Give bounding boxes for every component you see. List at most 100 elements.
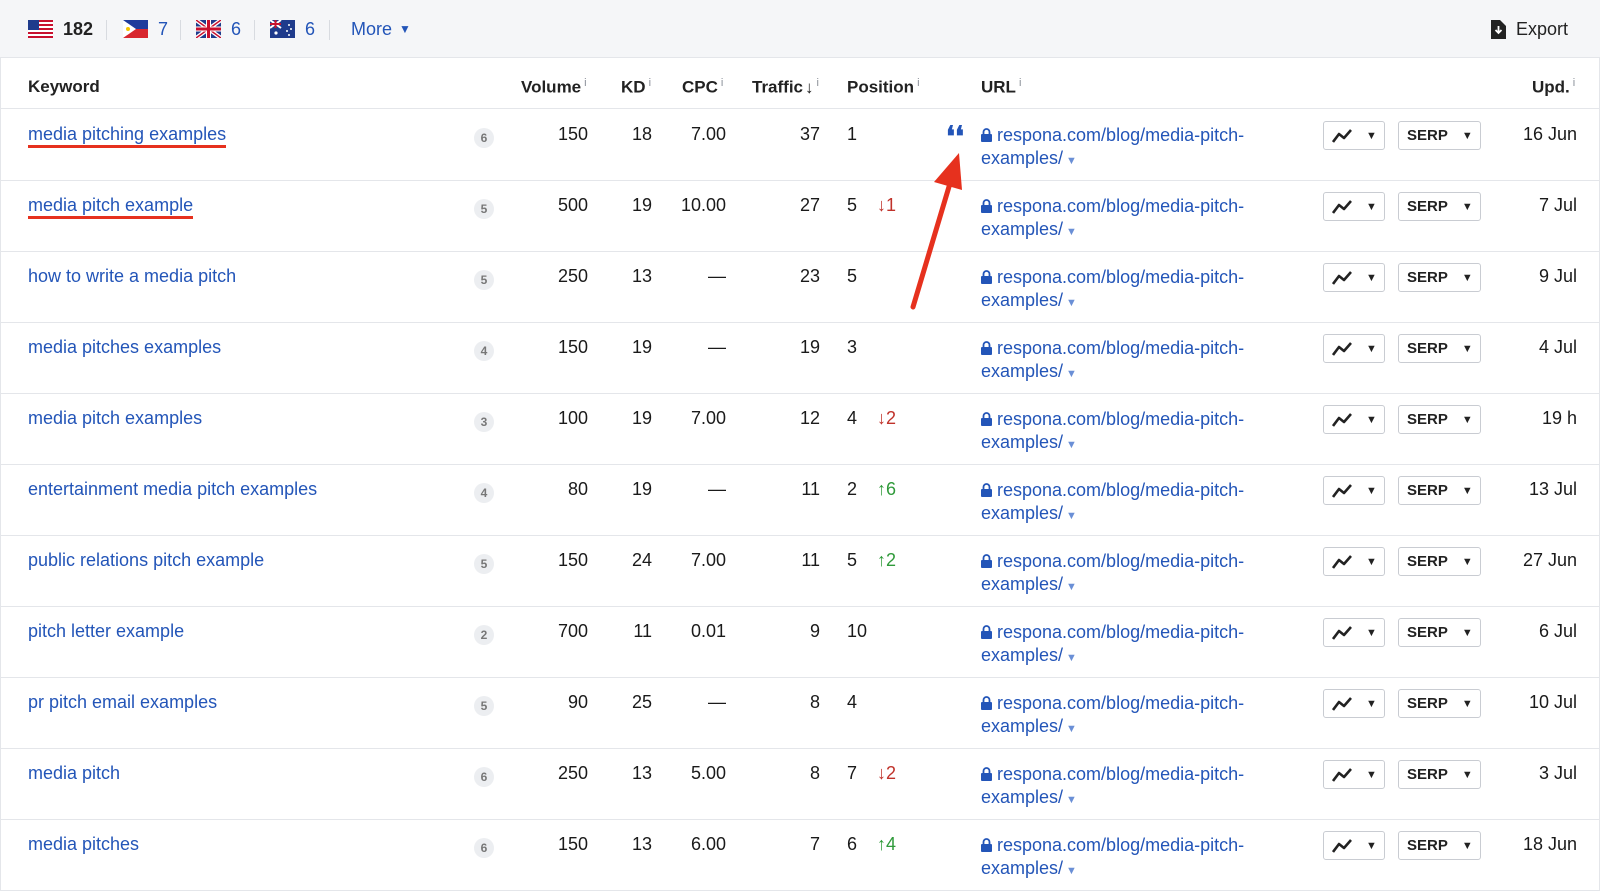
keyword-link[interactable]: media pitch (28, 763, 120, 784)
kd-value: 13 (631, 763, 652, 783)
ranking-url-link[interactable]: respona.com/blog/media-pitch-examples/▼ (981, 834, 1301, 883)
traffic-value: 9 (809, 621, 820, 641)
ranking-url-link[interactable]: respona.com/blog/media-pitch-examples/▼ (981, 550, 1301, 599)
info-icon[interactable]: i (1019, 77, 1021, 89)
country-tab-au[interactable]: 6 (270, 0, 315, 58)
caret-down-icon: ▼ (1366, 555, 1377, 568)
caret-down-icon: ▼ (1366, 626, 1377, 639)
ranking-url-link[interactable]: respona.com/blog/media-pitch-examples/▼ (981, 408, 1301, 457)
word-count-badge: 6 (474, 767, 494, 787)
kd-value: 11 (633, 621, 652, 641)
column-header-keyword[interactable]: Keyword (28, 77, 100, 97)
serp-button[interactable]: SERP ▼ (1398, 831, 1481, 860)
column-header-traffic[interactable]: Traffic ↓ i (752, 77, 819, 98)
info-icon[interactable]: i (817, 77, 819, 89)
column-header-volume[interactable]: Volume i (521, 77, 587, 98)
us-flag-icon (28, 20, 53, 38)
ranking-url-link[interactable]: respona.com/blog/media-pitch-examples/▼ (981, 621, 1301, 670)
volume-value: 250 (557, 763, 588, 783)
serp-button[interactable]: SERP ▼ (1398, 263, 1481, 292)
caret-down-icon[interactable]: ▼ (1066, 297, 1077, 309)
serp-button[interactable]: SERP ▼ (1398, 618, 1481, 647)
trend-chart-button[interactable]: ▼ (1323, 263, 1385, 292)
word-count-badge: 4 (474, 483, 494, 503)
caret-down-icon[interactable]: ▼ (1066, 865, 1077, 877)
caret-down-icon[interactable]: ▼ (1066, 439, 1077, 451)
trend-chart-button[interactable]: ▼ (1323, 831, 1385, 860)
country-tab-gb[interactable]: 6 (196, 0, 241, 58)
keyword-link[interactable]: pitch letter example (28, 621, 184, 642)
lock-icon (981, 128, 992, 142)
export-button[interactable]: Export (1490, 0, 1568, 58)
serp-button[interactable]: SERP ▼ (1398, 121, 1481, 150)
serp-button[interactable]: SERP ▼ (1398, 547, 1481, 576)
column-header-url[interactable]: URL i (981, 77, 1021, 98)
serp-label: SERP (1407, 127, 1448, 144)
ranking-url-link[interactable]: respona.com/blog/media-pitch-examples/▼ (981, 692, 1301, 741)
ranking-url-link[interactable]: respona.com/blog/media-pitch-examples/▼ (981, 763, 1301, 812)
caret-down-icon[interactable]: ▼ (1066, 581, 1077, 593)
info-icon[interactable]: i (721, 77, 723, 89)
divider (180, 20, 181, 40)
caret-down-icon[interactable]: ▼ (1066, 368, 1077, 380)
ranking-url-link[interactable]: respona.com/blog/media-pitch-examples/▼ (981, 195, 1301, 244)
trend-chart-button[interactable]: ▼ (1323, 121, 1385, 150)
caret-down-icon: ▼ (1461, 271, 1473, 284)
ranking-url-link[interactable]: respona.com/blog/media-pitch-examples/▼ (981, 124, 1301, 173)
serp-button[interactable]: SERP ▼ (1398, 689, 1481, 718)
serp-button[interactable]: SERP ▼ (1398, 760, 1481, 789)
caret-down-icon[interactable]: ▼ (1066, 652, 1077, 664)
trend-chart-button[interactable]: ▼ (1323, 760, 1385, 789)
info-icon[interactable]: i (917, 77, 919, 89)
info-icon[interactable]: i (649, 77, 651, 89)
table-header: Keyword Volume i KD i CPC i Traffic ↓ i Posit… (0, 58, 1600, 109)
caret-down-icon[interactable]: ▼ (1066, 510, 1077, 522)
trend-chart-button[interactable]: ▼ (1323, 476, 1385, 505)
keyword-link[interactable]: media pitch examples (28, 408, 202, 429)
column-header-kd[interactable]: KD i (621, 77, 651, 98)
caret-down-icon[interactable]: ▼ (1066, 723, 1077, 735)
serp-button[interactable]: SERP ▼ (1398, 405, 1481, 434)
caret-down-icon[interactable]: ▼ (1066, 226, 1077, 238)
info-icon[interactable]: i (584, 77, 586, 89)
caret-down-icon[interactable]: ▼ (1066, 155, 1077, 167)
serp-button[interactable]: SERP ▼ (1398, 334, 1481, 363)
keyword-link[interactable]: entertainment media pitch examples (28, 479, 317, 500)
trend-chart-button[interactable]: ▼ (1323, 547, 1385, 576)
column-header-cpc[interactable]: CPC i (682, 77, 723, 98)
keyword-link[interactable]: pr pitch email examples (28, 692, 217, 713)
trend-line-icon (1332, 483, 1352, 498)
serp-button[interactable]: SERP ▼ (1398, 192, 1481, 221)
ranking-url-link[interactable]: respona.com/blog/media-pitch-examples/▼ (981, 337, 1301, 386)
keyword-link[interactable]: media pitches examples (28, 337, 221, 358)
keyword-link[interactable]: media pitching examples (28, 124, 227, 148)
trend-chart-button[interactable]: ▼ (1323, 405, 1385, 434)
url-text: respona.com/blog/media-pitch-examples/ (981, 480, 1245, 523)
trend-chart-button[interactable]: ▼ (1323, 618, 1385, 647)
word-count-badge: 2 (474, 625, 494, 645)
cpc-value: 0.01 (690, 621, 726, 641)
arrow-down-icon: ↓ (877, 195, 886, 215)
info-icon[interactable]: i (1573, 77, 1575, 89)
serp-button[interactable]: SERP ▼ (1398, 476, 1481, 505)
keyword-link[interactable]: media pitches (28, 834, 139, 855)
trend-chart-button[interactable]: ▼ (1323, 689, 1385, 718)
country-tab-ph[interactable]: 7 (123, 0, 168, 58)
traffic-value: 12 (799, 408, 820, 428)
column-header-position[interactable]: Position i (847, 77, 920, 98)
trend-line-icon (1332, 412, 1352, 427)
caret-down-icon[interactable]: ▼ (1066, 794, 1077, 806)
trend-chart-button[interactable]: ▼ (1323, 334, 1385, 363)
column-header-updated[interactable]: Upd. i (1532, 77, 1575, 98)
cpc-value: 7.00 (690, 550, 726, 570)
more-countries-button[interactable]: More ▼ (351, 0, 411, 58)
caret-down-icon: ▼ (1366, 484, 1377, 497)
country-tab-us[interactable]: 182 (28, 0, 93, 58)
divider (329, 20, 330, 40)
keyword-link[interactable]: media pitch example (28, 195, 194, 219)
trend-chart-button[interactable]: ▼ (1323, 192, 1385, 221)
keyword-link[interactable]: how to write a media pitch (28, 266, 236, 287)
ranking-url-link[interactable]: respona.com/blog/media-pitch-examples/▼ (981, 479, 1301, 528)
ranking-url-link[interactable]: respona.com/blog/media-pitch-examples/▼ (981, 266, 1301, 315)
keyword-link[interactable]: public relations pitch example (28, 550, 264, 571)
